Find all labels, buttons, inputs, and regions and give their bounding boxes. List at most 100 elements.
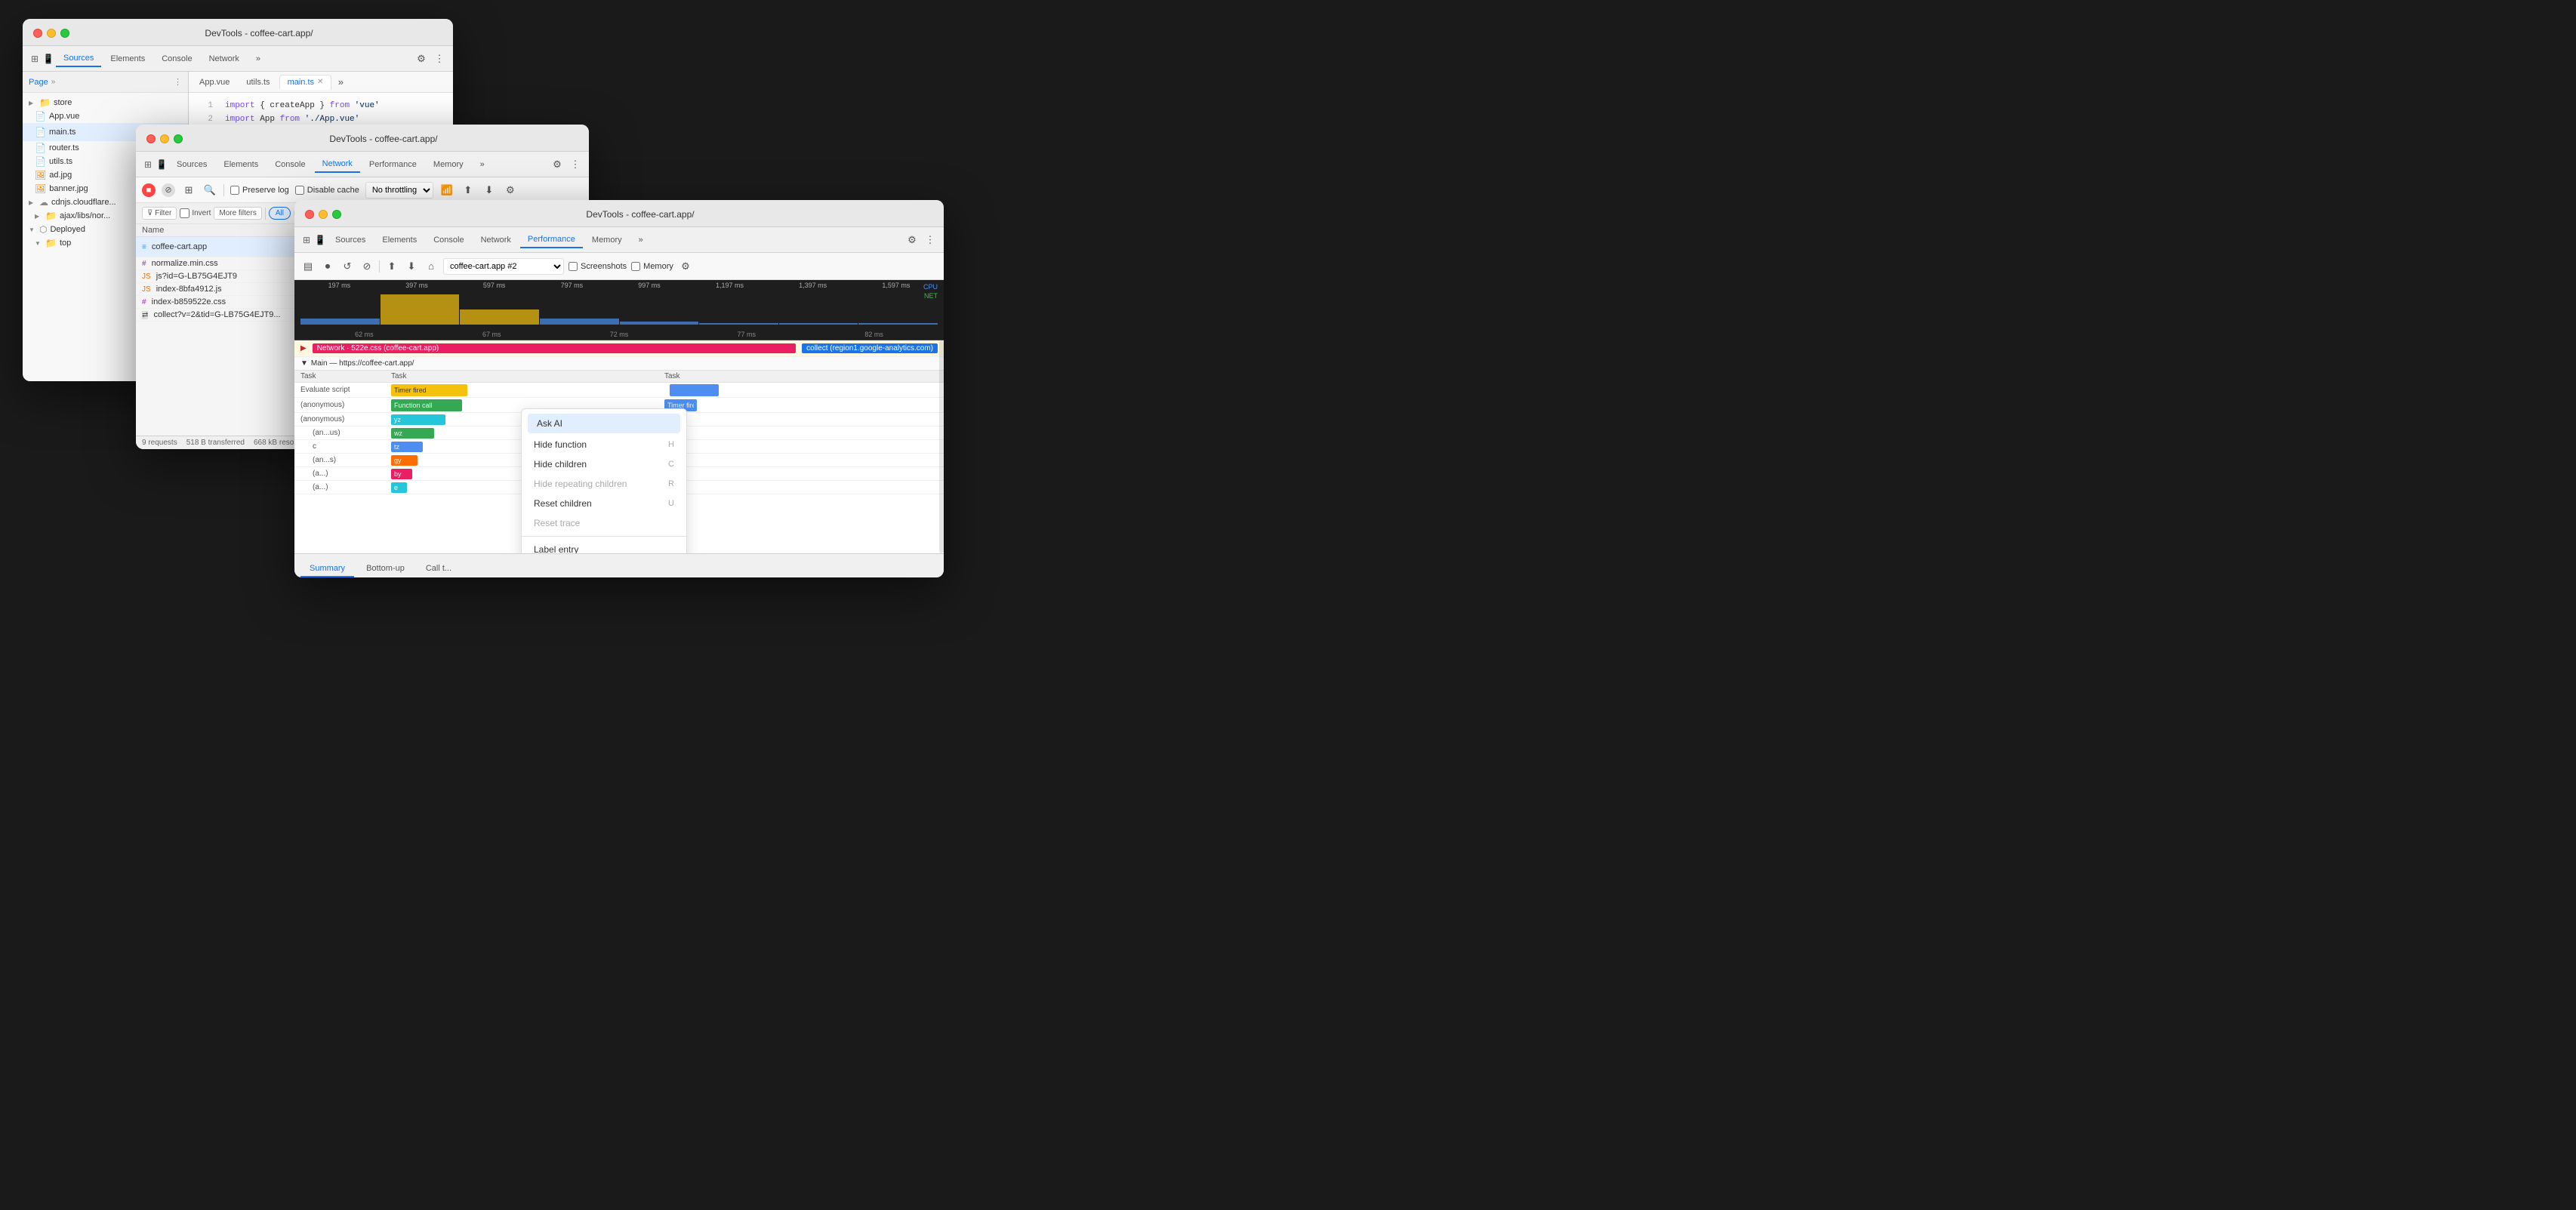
function-call-bar[interactable]: Function call [391,399,462,411]
upload-icon[interactable]: ⬆ [461,183,476,198]
hide-function-item[interactable]: Hide function H [522,435,686,454]
hide-children-item[interactable]: Hide children C [522,454,686,474]
tab-close-icon[interactable]: ✕ [317,78,323,86]
capture-settings-icon[interactable]: ⚙ [678,259,693,274]
wz-bar[interactable]: wz [391,428,434,439]
upload-perf-icon[interactable]: ⬆ [384,259,399,274]
more-tabs-icon[interactable]: » [333,75,348,90]
minimize-button-3[interactable] [319,210,328,219]
list-item[interactable]: ▶ 📁 store [23,96,188,109]
tab-more-3[interactable]: » [631,232,651,248]
inspector-icon[interactable]: ⊞ [29,53,41,65]
ask-ai-item[interactable]: Ask AI [528,414,680,433]
throttle-select[interactable]: No throttling [365,182,433,199]
reset-children-item[interactable]: Reset children U [522,494,686,513]
screenshots-checkbox[interactable]: Screenshots [569,262,627,271]
more-icon[interactable]: ⋮ [432,51,447,66]
tab-console[interactable]: Console [154,51,199,66]
memory-checkbox[interactable]: Memory [631,262,673,271]
more-icon-2[interactable]: ⋮ [568,157,583,172]
code-tab-utils[interactable]: utils.ts [239,75,277,89]
invert-input[interactable] [180,208,190,218]
screenshots-input[interactable] [569,262,578,271]
gy-bar[interactable]: gy [391,455,418,466]
yz-bar[interactable]: yz [391,414,445,425]
mobile-icon-3[interactable]: 📱 [314,234,326,246]
minimize-button[interactable] [47,29,56,38]
search-icon[interactable]: 🔍 [202,183,217,198]
tab-network[interactable]: Network [202,51,247,66]
invert-checkbox[interactable]: Invert [180,208,211,218]
more-filters-button[interactable]: More filters [214,207,261,220]
preserve-log-checkbox[interactable]: Preserve log [230,186,289,195]
close-button[interactable] [33,29,42,38]
filter-toggle-icon[interactable]: ⊞ [181,183,196,198]
maximize-button-2[interactable] [174,134,183,143]
flame-row[interactable]: Evaluate script Timer fired [294,383,944,398]
settings-icon[interactable]: ⚙ [414,51,429,66]
clear-icon[interactable]: ⊘ [162,183,175,197]
code-tab-main[interactable]: main.ts ✕ [279,75,332,90]
sidebar-menu-icon[interactable]: ⋮ [174,77,182,87]
download-icon[interactable]: ⬇ [482,183,497,198]
tab-sources-2[interactable]: Sources [169,157,214,172]
perf-timeline[interactable]: 197 ms 397 ms 597 ms 797 ms 997 ms 1,197… [294,280,944,340]
tab-sources-3[interactable]: Sources [328,232,373,248]
tab-elements-2[interactable]: Elements [216,157,266,172]
import-icon[interactable]: ⚙ [503,183,518,198]
disable-cache-input[interactable] [295,186,304,195]
tab-sources[interactable]: Sources [56,51,101,67]
home-icon[interactable]: ⌂ [424,259,439,274]
close-button-2[interactable] [146,134,156,143]
close-button-3[interactable] [305,210,314,219]
download-perf-icon[interactable]: ⬇ [404,259,419,274]
mobile-icon[interactable]: 📱 [42,53,54,65]
tab-network-2[interactable]: Network [315,156,360,173]
record-stop-icon[interactable]: ■ [142,183,156,197]
tab-elements[interactable]: Elements [103,51,153,66]
tab-console-3[interactable]: Console [426,232,471,248]
preserve-log-input[interactable] [230,186,239,195]
tab-memory-3[interactable]: Memory [584,232,630,248]
tab-performance-2[interactable]: Performance [362,157,424,172]
by-bar[interactable]: by [391,469,412,479]
flame-icon[interactable]: ▤ [300,259,316,274]
list-item[interactable]: 📄 App.vue [23,109,188,123]
e-bar[interactable]: e [391,482,407,493]
record-icon[interactable]: ⏺ [320,259,335,274]
page-tab[interactable]: Page [29,78,48,87]
profile-select[interactable]: coffee-cart.app #2 [443,258,564,275]
timer-fired-bar[interactable]: Timer fired [391,384,467,396]
tab-performance-3[interactable]: Performance [520,232,583,248]
task-bar[interactable] [670,384,719,396]
code-tab-appvue[interactable]: App.vue [192,75,237,89]
inspector-icon-2[interactable]: ⊞ [142,159,154,171]
collect-bar[interactable]: collect (region1.google-analytics.com) [802,343,938,353]
network-bar[interactable]: Network · 522e.css (coffee-cart.app) [313,343,796,353]
inspector-icon-3[interactable]: ⊞ [300,234,313,246]
filter-button[interactable]: ⊽ Filter [142,207,177,220]
tz-bar[interactable]: tz [391,442,423,452]
maximize-button-3[interactable] [332,210,341,219]
tab-console-2[interactable]: Console [267,157,313,172]
settings-icon-2[interactable]: ⚙ [550,157,565,172]
disable-cache-checkbox[interactable]: Disable cache [295,186,359,195]
tab-bottom-up[interactable]: Bottom-up [357,561,414,577]
tab-more[interactable]: » [248,51,268,66]
tab-more-2[interactable]: » [473,157,492,172]
minimize-button-2[interactable] [160,134,169,143]
wifi-icon[interactable]: 📶 [439,183,454,198]
more-icon-3[interactable]: ⋮ [923,232,938,248]
clear-perf-icon[interactable]: ⊘ [359,259,374,274]
reload-record-icon[interactable]: ↺ [340,259,355,274]
tab-memory-2[interactable]: Memory [426,157,471,172]
maximize-button[interactable] [60,29,69,38]
scrollbar[interactable] [939,340,944,553]
tab-call-tree[interactable]: Call t... [417,561,461,577]
memory-input[interactable] [631,262,640,271]
filter-pill-all[interactable]: All [269,207,291,220]
tab-summary[interactable]: Summary [300,561,354,577]
tab-network-3[interactable]: Network [473,232,519,248]
tab-elements-3[interactable]: Elements [374,232,424,248]
settings-icon-3[interactable]: ⚙ [904,232,920,248]
